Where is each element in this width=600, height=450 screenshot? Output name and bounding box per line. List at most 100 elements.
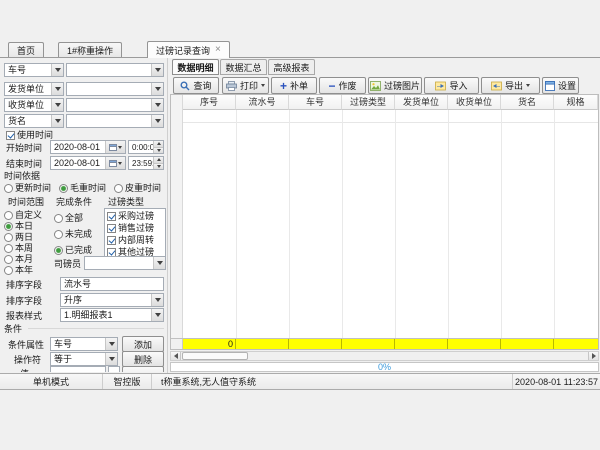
radio-basis-gross[interactable]: 毛重时间 — [59, 183, 106, 194]
value-combo-goods[interactable] — [66, 114, 164, 128]
value-combo-shipper[interactable] — [66, 82, 164, 96]
calendar-icon[interactable] — [105, 141, 125, 153]
print-dropdown-icon[interactable] — [261, 84, 265, 87]
condition-attribute-combo[interactable]: 车号 — [50, 337, 118, 351]
spinner-arrows-icon[interactable] — [153, 157, 163, 169]
clipped-button[interactable] — [122, 366, 164, 372]
grid-column-line — [395, 110, 396, 339]
subtab-data-summary[interactable]: 数据汇总 — [220, 59, 267, 75]
chevron-down-icon[interactable] — [151, 99, 163, 111]
grid-header-weightype[interactable]: 过磅类型 — [342, 95, 395, 110]
chevron-down-icon[interactable] — [151, 64, 163, 76]
summary-cell — [342, 339, 395, 350]
tab-weighing-operation[interactable]: 1#称重操作 — [58, 42, 122, 57]
field-combo-shipper-text: 发货单位 — [8, 84, 44, 94]
chevron-down-icon[interactable] — [105, 338, 117, 350]
checkbox-purchase[interactable]: 采购过磅 — [107, 211, 154, 222]
sort-order-combo[interactable]: 升序 — [60, 293, 164, 307]
supplement-order-button[interactable]: + 补单 — [271, 77, 317, 94]
radio-range-year[interactable]: 本年 — [4, 265, 33, 276]
radio-range-week[interactable]: 本周 — [4, 243, 33, 254]
tab-close-icon[interactable]: × — [215, 46, 221, 54]
condition-operator-text: 等于 — [54, 354, 72, 364]
use-time-checkbox[interactable]: 使用时间 — [6, 130, 53, 141]
grid-indicator-column — [171, 95, 183, 349]
grid-header-serial[interactable]: 流水号 — [236, 95, 289, 110]
print-button[interactable]: 打印 — [222, 77, 269, 94]
calendar-icon[interactable] — [105, 157, 125, 169]
radio-complete-all[interactable]: 全部 — [54, 213, 83, 224]
grid-header-seq[interactable]: 序号 — [183, 95, 236, 110]
weigh-photos-button[interactable]: 过磅图片 — [368, 77, 422, 94]
tab-record-query[interactable]: 过磅记录查询 × — [147, 41, 230, 58]
grid-header-shipper[interactable]: 发货单位 — [395, 95, 448, 110]
radio-complete-unfinished[interactable]: 未完成 — [54, 229, 92, 240]
spinner-arrows-icon[interactable] — [153, 141, 163, 153]
delete-condition-button[interactable]: 删除 — [122, 351, 164, 367]
condition-value-input[interactable] — [50, 366, 106, 372]
summary-count-cell: 0 — [183, 339, 236, 350]
radio-range-today[interactable]: 本日 — [4, 221, 33, 232]
chevron-down-icon[interactable] — [51, 83, 63, 95]
radio-basis-update[interactable]: 更新时间 — [4, 183, 51, 194]
report-style-combo[interactable]: 1.明细报表1 — [60, 308, 164, 322]
chevron-down-icon[interactable] — [151, 115, 163, 127]
chevron-down-icon[interactable] — [153, 257, 165, 269]
radio-range-custom[interactable]: 自定义 — [4, 210, 42, 221]
grid-header-receiver[interactable]: 收货单位 — [448, 95, 501, 110]
start-time-spinner[interactable]: 0:00:00 — [128, 140, 164, 154]
grid-header-goods[interactable]: 货名 — [501, 95, 554, 110]
grid-hscrollbar[interactable] — [170, 351, 599, 361]
scroll-left-icon[interactable] — [171, 352, 181, 360]
value-combo-vehicle[interactable] — [66, 63, 164, 77]
chevron-down-icon[interactable] — [51, 64, 63, 76]
grid-header-vehicle[interactable]: 车号 — [289, 95, 342, 110]
chevron-down-icon[interactable] — [151, 309, 163, 321]
scrollbar-thumb[interactable] — [182, 352, 248, 360]
radio-range-today-label: 本日 — [15, 221, 33, 231]
void-button[interactable]: − 作废 — [319, 77, 366, 94]
summary-cell — [395, 339, 448, 350]
tab-home[interactable]: 首页 — [8, 42, 44, 57]
radio-basis-tare[interactable]: 皮重时间 — [114, 183, 161, 194]
query-button[interactable]: 查询 — [173, 77, 219, 94]
end-time-spinner[interactable]: 23:59:59 — [128, 156, 164, 170]
checkbox-sales[interactable]: 销售过磅 — [107, 223, 154, 234]
radio-range-month[interactable]: 本月 — [4, 254, 33, 265]
chevron-down-icon[interactable] — [51, 99, 63, 111]
subtab-data-detail[interactable]: 数据明细 — [172, 59, 219, 75]
grid-header-spec[interactable]: 规格 — [554, 95, 598, 110]
value-combo-receiver[interactable] — [66, 98, 164, 112]
summary-cell — [448, 339, 501, 350]
add-condition-button[interactable]: 添加 — [122, 336, 164, 352]
field-combo-goods[interactable]: 货名 — [4, 114, 64, 128]
radio-complete-finished[interactable]: 已完成 — [54, 245, 92, 256]
radio-selected-icon — [59, 184, 68, 193]
field-combo-vehicle[interactable]: 车号 — [4, 63, 64, 77]
panel-splitter[interactable] — [167, 58, 168, 373]
start-date-picker[interactable]: 2020-08-01 — [50, 140, 126, 154]
end-date-picker[interactable]: 2020-08-01 — [50, 156, 126, 170]
settings-button[interactable]: 设置 — [542, 77, 579, 94]
settings-window-icon — [545, 81, 555, 91]
chevron-down-icon[interactable] — [151, 83, 163, 95]
chevron-down-icon[interactable] — [151, 294, 163, 306]
export-dropdown-icon[interactable] — [526, 84, 530, 87]
weigher-combo[interactable] — [84, 256, 166, 270]
export-button[interactable]: 导出 — [481, 77, 540, 94]
chevron-down-icon[interactable] — [51, 115, 63, 127]
field-combo-receiver-text: 收货单位 — [8, 100, 44, 110]
weigh-photos-label: 过磅图片 — [384, 79, 420, 92]
import-button[interactable]: 导入 — [424, 77, 479, 94]
field-combo-receiver[interactable]: 收货单位 — [4, 98, 64, 112]
condition-value-picker[interactable] — [108, 366, 120, 372]
radio-range-twodays[interactable]: 两日 — [4, 232, 33, 243]
sort-field-input[interactable]: 流水号 — [60, 277, 164, 291]
condition-operator-combo[interactable]: 等于 — [50, 352, 118, 366]
field-combo-shipper[interactable]: 发货单位 — [4, 82, 64, 96]
scroll-right-icon[interactable] — [588, 352, 598, 360]
subtab-advanced-report[interactable]: 高级报表 — [268, 59, 315, 75]
chevron-down-icon[interactable] — [105, 353, 117, 365]
checkbox-internal[interactable]: 内部周转 — [107, 235, 154, 246]
weigh-type-label: 过磅类型 — [108, 197, 144, 208]
